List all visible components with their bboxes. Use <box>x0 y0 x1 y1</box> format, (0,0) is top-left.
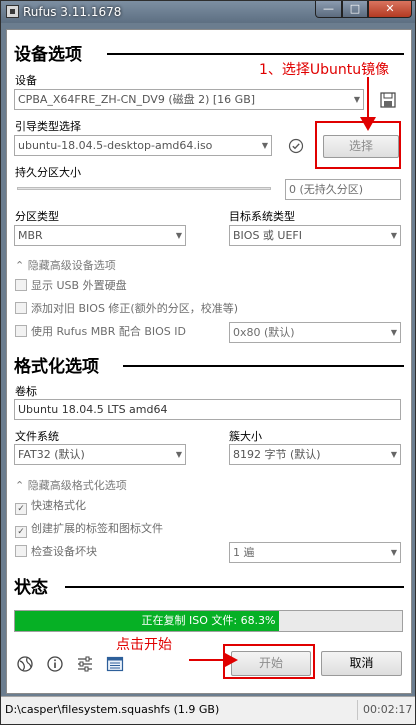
cluster-label: 簇大小 <box>229 430 262 443</box>
target-value: BIOS 或 UEFI <box>233 229 302 242</box>
target-select[interactable]: BIOS 或 UEFI ▼ <box>229 225 401 246</box>
elapsed-time: 00:02:17 <box>363 703 413 716</box>
bios-id-select[interactable]: 0x80 (默认) ▼ <box>229 322 401 343</box>
format-section-title: 格式化选项 <box>14 357 99 377</box>
usb-hdd-checkbox[interactable]: 显示 USB 外置硬盘 <box>15 279 127 293</box>
section-rule <box>107 53 404 55</box>
status-path: D:\casper\filesystem.squashfs (1.9 GB) <box>5 703 220 716</box>
progress-bar: 正在复制 ISO 文件: 68.3% <box>14 610 403 632</box>
status-section-title: 状态 <box>14 578 48 598</box>
chevron-up-icon: ⌃ <box>15 259 25 272</box>
persistent-value: 0 (无持久分区) <box>289 183 364 196</box>
device-label: 设备 <box>15 74 37 87</box>
persistent-slider[interactable] <box>17 187 271 190</box>
drive-section-title: 设备选项 <box>14 45 82 65</box>
checkbox-label: 添加对旧 BIOS 修正(额外的分区，校准等) <box>31 302 239 315</box>
status-separator <box>357 700 358 720</box>
cluster-value: 8192 字节 (默认) <box>233 448 321 461</box>
target-label: 目标系统类型 <box>229 210 295 223</box>
checkbox-box <box>15 279 27 291</box>
rufus-mbr-checkbox[interactable]: 使用 Rufus MBR 配合 BIOS ID <box>15 325 186 339</box>
title-bar[interactable]: Rufus 3.11.1678 — □ ✕ <box>1 1 415 23</box>
checkbox-box <box>15 545 27 557</box>
hide-advanced-format-toggle[interactable]: ⌃ 隐藏高级格式化选项 <box>15 477 127 493</box>
persistent-size-field[interactable]: 0 (无持久分区) <box>285 179 401 200</box>
chevron-up-icon: ⌃ <box>15 479 25 492</box>
filesystem-select[interactable]: FAT32 (默认) ▼ <box>14 444 186 465</box>
volume-label: 卷标 <box>15 385 37 398</box>
checkbox-label: 快速格式化 <box>31 499 86 512</box>
close-button[interactable]: ✕ <box>368 1 412 18</box>
save-icon[interactable] <box>379 91 397 109</box>
partition-value: MBR <box>18 229 43 242</box>
filesystem-label: 文件系统 <box>15 430 59 443</box>
chevron-down-icon: ▼ <box>390 328 397 337</box>
device-value: CPBA_X64FRE_ZH-CN_DV9 (磁盘 2) [16 GB] <box>18 93 256 106</box>
device-select[interactable]: CPBA_X64FRE_ZH-CN_DV9 (磁盘 2) [16 GB] ▼ <box>14 89 364 110</box>
boot-value: ubuntu-18.04.5-desktop-amd64.iso <box>18 139 213 152</box>
checkbox-checked: ✓ <box>15 503 27 515</box>
settings-icon[interactable] <box>76 655 94 673</box>
volume-label-input[interactable]: Ubuntu 18.04.5 LTS amd64 <box>14 399 401 420</box>
chevron-down-icon: ▼ <box>175 231 182 240</box>
verify-icon[interactable] <box>288 138 304 154</box>
quick-format-checkbox[interactable]: ✓ 快速格式化 <box>15 499 86 515</box>
checkbox-label: 使用 Rufus MBR 配合 BIOS ID <box>31 325 187 338</box>
annotation-step1: 1、选择Ubuntu镜像 <box>259 62 390 78</box>
checkbox-box <box>15 325 27 337</box>
rufus-window: Rufus 3.11.1678 — □ ✕ 设备选项 设备 CPBA_X64FR… <box>0 0 416 725</box>
passes-select[interactable]: 1 遍 ▼ <box>229 542 401 563</box>
maximize-button[interactable]: □ <box>342 1 368 18</box>
checkbox-label: 检查设备坏块 <box>31 545 97 558</box>
hide-advanced-drive-toggle[interactable]: ⌃ 隐藏高级设备选项 <box>15 257 116 273</box>
passes-value: 1 遍 <box>233 546 255 559</box>
checkbox-box <box>15 302 27 314</box>
boot-select[interactable]: ubuntu-18.04.5-desktop-amd64.iso ▼ <box>14 135 272 156</box>
partition-label: 分区类型 <box>15 210 59 223</box>
bad-blocks-checkbox[interactable]: 检查设备坏块 <box>15 545 97 559</box>
chevron-down-icon: ▼ <box>261 141 268 150</box>
bios-fix-checkbox[interactable]: 添加对旧 BIOS 修正(额外的分区，校准等) <box>15 302 238 316</box>
progress-text: 正在复制 ISO 文件: 68.3% <box>141 614 276 627</box>
cancel-button[interactable]: 取消 <box>321 651 402 676</box>
annotation-start-box <box>223 644 315 679</box>
bios-id-value: 0x80 (默认) <box>233 326 295 339</box>
checkbox-checked: ✓ <box>15 526 27 538</box>
status-bar: D:\casper\filesystem.squashfs (1.9 GB) 0… <box>1 696 415 724</box>
minimize-button[interactable]: — <box>315 1 342 18</box>
cluster-select[interactable]: 8192 字节 (默认) ▼ <box>229 444 401 465</box>
partition-select[interactable]: MBR ▼ <box>14 225 186 246</box>
about-icon[interactable] <box>46 655 64 673</box>
checkbox-label: 显示 USB 外置硬盘 <box>31 279 127 292</box>
volume-value: Ubuntu 18.04.5 LTS amd64 <box>18 403 168 416</box>
persistent-label: 持久分区大小 <box>15 166 81 179</box>
chevron-down-icon: ▼ <box>390 548 397 557</box>
filesystem-value: FAT32 (默认) <box>18 448 85 461</box>
checkbox-label: 创建扩展的标签和图标文件 <box>31 522 163 535</box>
chevron-down-icon: ▼ <box>390 450 397 459</box>
chevron-down-icon: ▼ <box>390 231 397 240</box>
advanced-format-label: 隐藏高级格式化选项 <box>27 479 127 492</box>
advanced-drive-label: 隐藏高级设备选项 <box>27 259 116 272</box>
boot-label: 引导类型选择 <box>15 120 81 133</box>
app-icon <box>6 5 19 18</box>
language-icon[interactable] <box>16 655 34 673</box>
section-rule <box>123 365 404 367</box>
extended-label-checkbox[interactable]: ✓ 创建扩展的标签和图标文件 <box>15 522 163 538</box>
log-icon[interactable] <box>106 655 124 673</box>
chevron-down-icon: ▼ <box>175 450 182 459</box>
window-title: Rufus 3.11.1678 <box>23 5 122 19</box>
annotation-select-box <box>315 121 401 169</box>
section-rule <box>65 586 404 588</box>
annotation-click-start: 点击开始 <box>116 637 172 653</box>
